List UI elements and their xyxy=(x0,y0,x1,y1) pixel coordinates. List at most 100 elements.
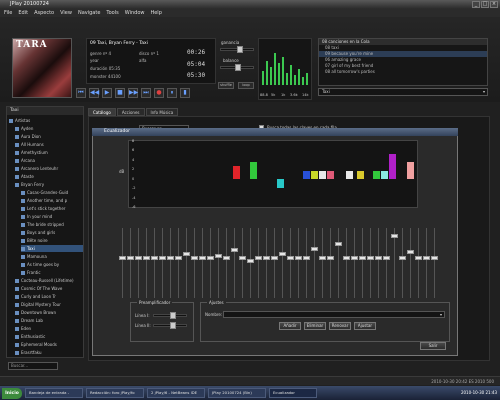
balance-slider[interactable] xyxy=(220,64,254,71)
tab-info-musica[interactable]: Info Música xyxy=(145,108,179,116)
tree-item[interactable]: Arcana xyxy=(15,157,83,164)
eq-fader[interactable] xyxy=(311,228,318,298)
maximize-button[interactable]: □ xyxy=(481,1,489,8)
tree-item[interactable]: Enthusiastic xyxy=(15,333,83,340)
eq-fader-knob[interactable] xyxy=(247,259,254,263)
eq-fader-knob[interactable] xyxy=(383,256,390,260)
tree-item[interactable]: Erasrtfaku xyxy=(15,349,83,356)
eq-fader[interactable] xyxy=(127,228,134,298)
line2-slider[interactable] xyxy=(153,322,187,329)
eq-fader-knob[interactable] xyxy=(223,256,230,260)
menu-edit[interactable]: Edit xyxy=(18,9,28,17)
eq-fader-knob[interactable] xyxy=(175,256,182,260)
library-search-input[interactable]: Buscar... xyxy=(8,362,58,370)
eq-fader[interactable] xyxy=(207,228,214,298)
tree-item[interactable]: Taxi xyxy=(21,245,83,252)
tree-item[interactable]: The bride stripped xyxy=(21,221,83,228)
eject-button[interactable]: ▮ xyxy=(180,88,190,98)
minimize-button[interactable]: _ xyxy=(472,1,480,8)
eq-fader-knob[interactable] xyxy=(303,256,310,260)
balance-knob[interactable] xyxy=(235,64,241,71)
eq-fader[interactable] xyxy=(359,228,366,298)
eq-fader[interactable] xyxy=(383,228,390,298)
eq-fader[interactable] xyxy=(183,228,190,298)
taskbar-item[interactable]: 2 jPlay/6 - NetBeans IDE xyxy=(147,388,205,398)
preset-name-select[interactable]: ▾ xyxy=(223,311,445,318)
eq-fader-knob[interactable] xyxy=(375,256,382,260)
eq-fader-knob[interactable] xyxy=(367,256,374,260)
eq-fader-knob[interactable] xyxy=(135,256,142,260)
eq-fader-knob[interactable] xyxy=(351,256,358,260)
eq-fader-knob[interactable] xyxy=(151,256,158,260)
eq-fader[interactable] xyxy=(223,228,230,298)
shuffle-button[interactable]: shuffle xyxy=(218,82,234,89)
renew-preset-button[interactable]: Renovar xyxy=(329,322,351,330)
tree-item[interactable]: Downtown Brown xyxy=(15,309,83,316)
eq-fader-knob[interactable] xyxy=(431,256,438,260)
eq-fader-knob[interactable] xyxy=(207,256,214,260)
adjust-preset-button[interactable]: Ajustar xyxy=(354,322,376,330)
tree-item[interactable]: Casas-Grandes-Guid xyxy=(21,189,83,196)
last-track-button[interactable]: ⏭ xyxy=(141,88,151,98)
tree-item[interactable]: Amethystium xyxy=(15,149,83,156)
first-track-button[interactable]: ⏮ xyxy=(76,88,86,98)
tree-item[interactable]: Digital Mystery Tour xyxy=(15,301,83,308)
menu-navigate[interactable]: Navigate xyxy=(78,9,100,17)
eq-fader-knob[interactable] xyxy=(407,250,414,254)
menu-window[interactable]: Window xyxy=(125,9,145,17)
menu-help[interactable]: Help xyxy=(150,9,161,17)
add-preset-button[interactable]: Añadir xyxy=(279,322,301,330)
eq-fader-knob[interactable] xyxy=(271,256,278,260)
gain-slider[interactable] xyxy=(220,46,254,53)
stop-button[interactable]: ■ xyxy=(115,88,125,98)
tab-acciones[interactable]: Acciones xyxy=(116,108,145,116)
eq-fader[interactable] xyxy=(279,228,286,298)
start-button[interactable]: Inicio xyxy=(2,387,22,399)
eq-fader-knob[interactable] xyxy=(391,234,398,238)
eq-fader-knob[interactable] xyxy=(167,256,174,260)
record-button[interactable]: ● xyxy=(154,88,164,98)
tree-item[interactable]: Ataste xyxy=(15,173,83,180)
delete-preset-button[interactable]: Eliminar xyxy=(304,322,326,330)
eq-fader[interactable] xyxy=(335,228,342,298)
eq-fader-knob[interactable] xyxy=(335,242,342,246)
eq-fader-knob[interactable] xyxy=(399,256,406,260)
tree-item[interactable]: Cosmic Of The Wave xyxy=(15,285,83,292)
eq-fader-knob[interactable] xyxy=(183,252,190,256)
eq-fader[interactable] xyxy=(351,228,358,298)
line1-knob[interactable] xyxy=(170,312,176,319)
eq-fader[interactable] xyxy=(407,228,414,298)
taskbar-item[interactable]: Redacción: foro jPlay/fo xyxy=(86,388,144,398)
line2-knob[interactable] xyxy=(170,322,176,329)
eq-fader[interactable] xyxy=(431,228,438,298)
eq-fader[interactable] xyxy=(239,228,246,298)
eq-fader-knob[interactable] xyxy=(255,256,262,260)
eq-fader[interactable] xyxy=(199,228,206,298)
tree-item[interactable]: Cocteau-Russell (Lifetime) xyxy=(15,277,83,284)
eq-fader-knob[interactable] xyxy=(199,256,206,260)
eq-fader[interactable] xyxy=(415,228,422,298)
tree-item[interactable]: Artistas xyxy=(9,117,83,124)
eq-fader[interactable] xyxy=(143,228,150,298)
eq-fader[interactable] xyxy=(287,228,294,298)
tree-item[interactable]: Eden xyxy=(15,325,83,332)
eq-fader[interactable] xyxy=(319,228,326,298)
eq-fader[interactable] xyxy=(135,228,142,298)
eq-fader[interactable] xyxy=(399,228,406,298)
playlist-select[interactable]: Taxi ▾ xyxy=(318,88,488,96)
eq-fader-knob[interactable] xyxy=(423,256,430,260)
taskbar-item[interactable]: JPlay 20100724 (Bin) xyxy=(208,388,266,398)
eq-fader[interactable] xyxy=(263,228,270,298)
tree-item[interactable]: Arcanero Lenteuhr xyxy=(15,165,83,172)
tree-item[interactable]: Bête noire xyxy=(21,237,83,244)
eq-fader[interactable] xyxy=(231,228,238,298)
eq-fader-knob[interactable] xyxy=(359,256,366,260)
queue-item[interactable]: 08 all tomorrow's parties xyxy=(319,69,487,75)
eq-fader-knob[interactable] xyxy=(215,254,222,258)
eq-fader[interactable] xyxy=(247,228,254,298)
eq-fader-knob[interactable] xyxy=(319,256,326,260)
play-button[interactable]: ▶ xyxy=(102,88,112,98)
tree-item[interactable]: Mamouna xyxy=(21,253,83,260)
eq-fader-knob[interactable] xyxy=(127,256,134,260)
eq-fader[interactable] xyxy=(295,228,302,298)
